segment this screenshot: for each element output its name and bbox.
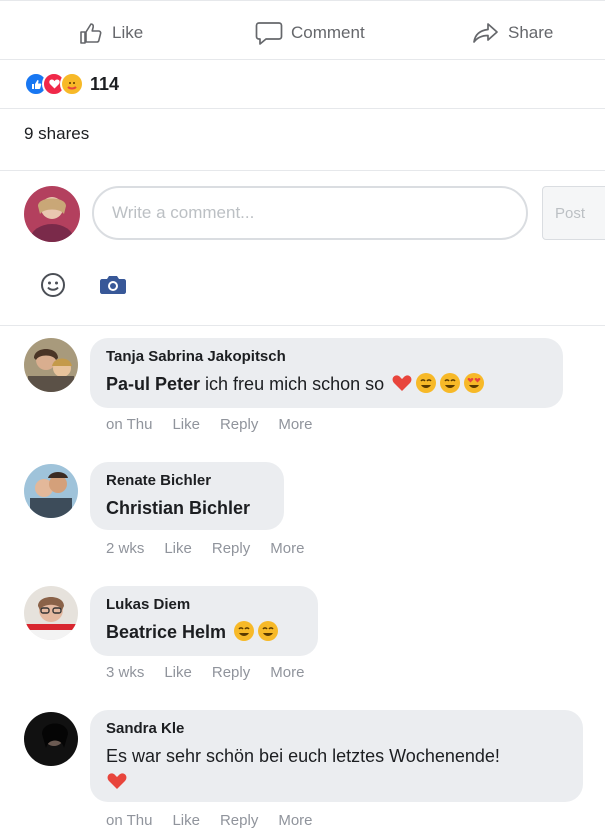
comment-timestamp: 3 wks — [106, 664, 145, 681]
avatar[interactable] — [24, 464, 78, 518]
post-action-bar: Like Comment Share — [0, 0, 605, 60]
comment-bubble: Sandra Kle Es war sehr schön bei euch le… — [90, 710, 583, 802]
comment-bubble: Lukas Diem Beatrice Helm — [90, 586, 318, 656]
grin-emoji-icon — [413, 373, 437, 394]
divider — [0, 108, 605, 109]
post-button[interactable]: Post — [542, 186, 605, 240]
divider — [0, 59, 605, 60]
heart-eyes-emoji-icon — [461, 373, 485, 394]
share-arrow-icon — [472, 21, 500, 45]
mention-link[interactable]: Christian Bichler — [106, 498, 250, 518]
comment-like-button[interactable]: Like — [164, 540, 192, 557]
comment-reply-button[interactable]: Reply — [212, 540, 250, 557]
heart-emoji-icon — [389, 374, 413, 394]
like-label: Like — [112, 23, 144, 42]
comment-actions: 2 wks Like Reply More — [106, 540, 304, 557]
grin-emoji-icon — [437, 373, 461, 394]
mention-link[interactable]: Pa-ul Peter — [106, 374, 200, 394]
comment-text: Es war sehr schön bei euch letztes Woche… — [106, 743, 567, 795]
comment-like-button[interactable]: Like — [164, 664, 192, 681]
speech-bubble-icon — [255, 20, 283, 46]
comment-like-button[interactable]: Like — [172, 812, 200, 829]
grin-emoji-icon — [231, 621, 255, 642]
comment-timestamp: 2 wks — [106, 540, 145, 557]
reaction-count: 114 — [90, 73, 120, 94]
reactions-summary[interactable]: 114 — [24, 72, 119, 96]
comment-body: Es war sehr schön bei euch letztes Woche… — [106, 746, 500, 766]
comment-bubble: Renate Bichler Christian Bichler — [90, 462, 284, 530]
avatar[interactable] — [24, 712, 78, 766]
comment-more-button[interactable]: More — [278, 812, 312, 829]
comment-timestamp: on Thu — [106, 812, 153, 829]
divider — [0, 170, 605, 171]
care-reaction-icon — [60, 72, 84, 96]
heart-emoji-icon — [106, 772, 128, 792]
comment-reply-button[interactable]: Reply — [212, 664, 250, 681]
comment-author[interactable]: Lukas Diem — [106, 596, 302, 613]
comment-like-button[interactable]: Like — [172, 416, 200, 433]
comment-reply-button[interactable]: Reply — [220, 416, 258, 433]
divider — [0, 325, 605, 326]
comment-timestamp: on Thu — [106, 416, 153, 433]
share-label: Share — [508, 23, 554, 42]
comment-more-button[interactable]: More — [270, 664, 304, 681]
comment-more-button[interactable]: More — [278, 416, 312, 433]
comment-text: Pa-ul Peter ich freu mich schon so — [106, 371, 547, 397]
comment-label: Comment — [291, 23, 365, 42]
emoji-icon[interactable] — [40, 272, 66, 303]
comment-button[interactable]: Comment — [255, 19, 365, 47]
like-button[interactable]: Like — [78, 19, 143, 47]
comment-reply-button[interactable]: Reply — [220, 812, 258, 829]
comment-author[interactable]: Renate Bichler — [106, 472, 268, 489]
mention-link[interactable]: Beatrice Helm — [106, 622, 226, 642]
avatar[interactable] — [24, 338, 78, 392]
shares-count[interactable]: 9 shares — [24, 124, 89, 144]
comment-bubble: Tanja Sabrina Jakopitsch Pa-ul Peter ich… — [90, 338, 563, 408]
avatar[interactable] — [24, 186, 80, 242]
share-button[interactable]: Share — [472, 19, 553, 47]
comment-text: Christian Bichler — [106, 495, 268, 521]
camera-icon[interactable] — [99, 274, 127, 301]
comment-input[interactable] — [92, 186, 528, 240]
comment-more-button[interactable]: More — [270, 540, 304, 557]
comment-body: ich freu mich schon so — [200, 374, 385, 394]
thumbs-up-icon — [78, 21, 104, 45]
comment-actions: on Thu Like Reply More — [106, 416, 313, 433]
comment-author[interactable]: Tanja Sabrina Jakopitsch — [106, 348, 547, 365]
comment-actions: 3 wks Like Reply More — [106, 664, 304, 681]
reaction-icons — [24, 72, 84, 96]
avatar[interactable] — [24, 586, 78, 640]
comment-text: Beatrice Helm — [106, 619, 302, 645]
comment-actions: on Thu Like Reply More — [106, 812, 313, 829]
comment-author[interactable]: Sandra Kle — [106, 720, 567, 737]
grin-emoji-icon — [255, 621, 279, 642]
